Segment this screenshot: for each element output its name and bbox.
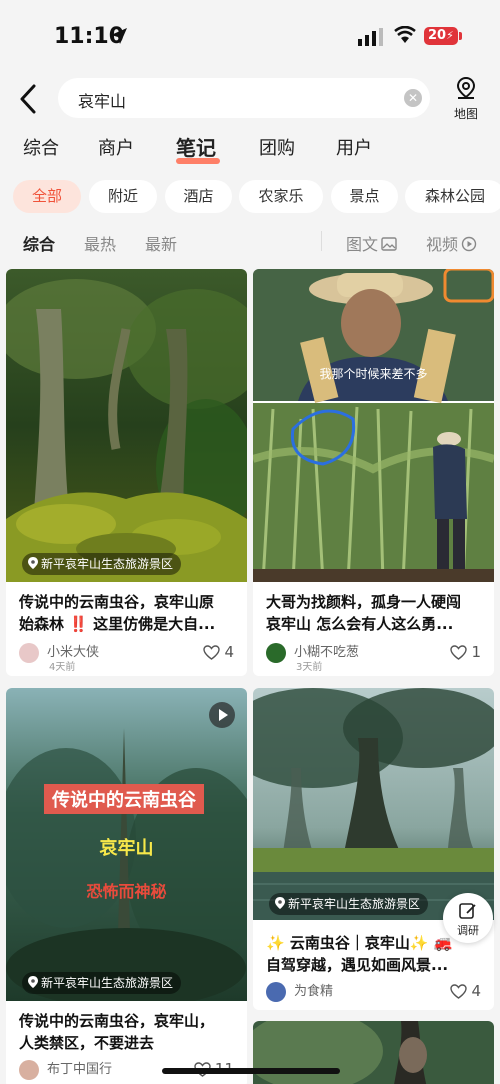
search-query: 哀牢山 bbox=[78, 92, 127, 111]
location-arrow-icon bbox=[111, 28, 127, 44]
avatar[interactable] bbox=[19, 1060, 39, 1080]
location-text: 新平哀牢山生态旅游景区 bbox=[41, 976, 174, 990]
map-pin-icon bbox=[456, 76, 476, 99]
note-title-line: 哀牢山 怎么会有人这么勇... bbox=[266, 615, 454, 633]
note-title-line: 始森林 ‼️ 这里仿佛是大自... bbox=[19, 615, 216, 633]
author-row: 为食精 4 bbox=[266, 980, 481, 1006]
note-title-line: 传说中的云南虫谷，哀牢山， bbox=[19, 1012, 215, 1030]
search-input[interactable]: 哀牢山 ✕ bbox=[58, 78, 430, 118]
video-overlay-title: 传说中的云南虫谷 bbox=[44, 784, 204, 814]
signal-icon bbox=[358, 28, 383, 46]
note-card[interactable]: 新平哀牢山生态旅游景区 ✨ 云南虫谷｜哀牢山✨ 🚒 自驾穿越，遇见如画风景...… bbox=[253, 688, 494, 1010]
author-row: 小糊不吃葱 3天前 1 bbox=[266, 641, 481, 673]
note-cover-image bbox=[253, 688, 494, 920]
avatar[interactable] bbox=[266, 982, 286, 1002]
research-button[interactable]: 调研 bbox=[443, 893, 493, 943]
location-text: 新平哀牢山生态旅游景区 bbox=[41, 557, 174, 571]
sort-divider bbox=[321, 231, 322, 251]
location-pin-icon bbox=[28, 557, 38, 569]
like-count: 4 bbox=[471, 982, 481, 1000]
filter-chips: 全部 附近 酒店 农家乐 景点 森林公园 bbox=[0, 180, 500, 214]
note-title-line: 传说中的云南虫谷，哀牢山原 bbox=[19, 593, 215, 611]
battery-indicator: 20⚡ bbox=[424, 27, 458, 45]
note-card[interactable] bbox=[253, 1021, 494, 1084]
sort-comprehensive[interactable]: 综合 bbox=[23, 231, 55, 255]
main-tabs: 综合 商户 笔记 团购 用户 bbox=[0, 130, 500, 166]
battery-level: 20 bbox=[428, 28, 447, 43]
tab-group-buy[interactable]: 团购 bbox=[259, 134, 295, 160]
tab-users[interactable]: 用户 bbox=[336, 134, 372, 160]
like-button[interactable]: 4 bbox=[203, 643, 234, 661]
map-label: 地图 bbox=[453, 107, 478, 121]
image-icon bbox=[381, 237, 397, 251]
tab-notes[interactable]: 笔记 bbox=[176, 132, 216, 161]
research-label: 调研 bbox=[457, 924, 479, 937]
note-title-line: 人类禁区，不要进去 bbox=[19, 1034, 155, 1052]
edit-icon bbox=[459, 903, 476, 919]
location-tag: 新平哀牢山生态旅游景区 bbox=[269, 893, 429, 915]
like-button[interactable]: 4 bbox=[450, 982, 481, 1000]
tab-merchants[interactable]: 商户 bbox=[98, 134, 134, 160]
sort-hottest[interactable]: 最热 bbox=[84, 231, 116, 255]
note-cover-image bbox=[253, 269, 494, 582]
chip-farmhouse[interactable]: 农家乐 bbox=[239, 180, 323, 213]
filter-image-text[interactable]: 图文 bbox=[346, 231, 397, 255]
note-card[interactable]: 传说中的云南虫谷 哀牢山 恐怖而神秘 新平哀牢山生态旅游景区 传说中的云南虫谷，… bbox=[6, 688, 247, 1084]
heart-icon bbox=[450, 984, 468, 999]
home-indicator bbox=[162, 1068, 340, 1074]
note-card[interactable]: 新平哀牢山生态旅游景区 传说中的云南虫谷，哀牢山原 始森林 ‼️ 这里仿佛是大自… bbox=[6, 269, 247, 676]
play-circle-icon bbox=[461, 236, 477, 252]
video-overlay-tagline: 恐怖而神秘 bbox=[86, 882, 167, 901]
chip-hotel[interactable]: 酒店 bbox=[165, 180, 232, 213]
back-arrow-icon[interactable] bbox=[14, 82, 44, 116]
sort-newest[interactable]: 最新 bbox=[145, 231, 177, 255]
author-name[interactable]: 布丁中国行 bbox=[47, 1058, 112, 1077]
chip-forest-park[interactable]: 森林公园 bbox=[405, 180, 500, 213]
location-tag: 新平哀牢山生态旅游景区 bbox=[22, 972, 182, 994]
filter-video[interactable]: 视频 bbox=[426, 231, 477, 255]
video-play-button[interactable] bbox=[209, 702, 235, 728]
search-row: 哀牢山 ✕ 地图 bbox=[0, 74, 500, 124]
like-count: 4 bbox=[224, 643, 234, 661]
note-title: 传说中的云南虫谷，哀牢山原 始森林 ‼️ 这里仿佛是大自... bbox=[19, 591, 239, 635]
status-bar: 11:10 20⚡ bbox=[0, 0, 500, 70]
chip-scenic-spot[interactable]: 景点 bbox=[331, 180, 398, 213]
video-caption: 我那个时候来差不多 bbox=[319, 367, 428, 381]
chip-nearby[interactable]: 附近 bbox=[89, 180, 157, 213]
wifi-icon bbox=[394, 26, 416, 43]
post-time: 4天前 bbox=[49, 662, 76, 673]
image-text-label: 图文 bbox=[346, 235, 379, 254]
location-tag: 新平哀牢山生态旅游景区 bbox=[22, 553, 182, 575]
play-icon bbox=[219, 709, 228, 721]
author-row: 小米大侠 4天前 4 bbox=[19, 641, 234, 673]
location-pin-icon bbox=[28, 976, 38, 988]
video-label: 视频 bbox=[426, 235, 459, 254]
note-title: 大哥为找颜料，孤身一人硬闯 哀牢山 怎么会有人这么勇... bbox=[266, 591, 486, 635]
heart-icon bbox=[203, 645, 221, 660]
post-time: 3天前 bbox=[296, 662, 323, 673]
note-title: 传说中的云南虫谷，哀牢山， 人类禁区，不要进去 bbox=[19, 1010, 239, 1054]
avatar[interactable] bbox=[266, 643, 286, 663]
note-title-line: 自驾穿越，遇见如画风景... bbox=[266, 956, 449, 974]
author-name[interactable]: 为食精 bbox=[294, 980, 333, 999]
chip-all[interactable]: 全部 bbox=[13, 180, 81, 213]
heart-icon bbox=[450, 645, 468, 660]
note-cover-image bbox=[253, 1021, 494, 1084]
sort-row: 综合 最热 最新 图文 视频 bbox=[0, 226, 500, 256]
map-button[interactable]: 地图 bbox=[446, 76, 486, 122]
video-overlay-subtitle: 哀牢山 bbox=[99, 838, 154, 859]
like-count: 1 bbox=[471, 643, 481, 661]
note-title-line: 大哥为找颜料，孤身一人硬闯 bbox=[266, 593, 462, 611]
location-text: 新平哀牢山生态旅游景区 bbox=[288, 897, 421, 911]
note-card[interactable]: 我那个时候来差不多 大哥为找颜料，孤身一人硬闯 哀牢山 怎么会有人这么勇... … bbox=[253, 269, 494, 676]
note-cover-image bbox=[6, 269, 247, 582]
clear-icon[interactable]: ✕ bbox=[404, 89, 422, 107]
location-pin-icon bbox=[275, 897, 285, 909]
battery-tip bbox=[459, 32, 462, 40]
avatar[interactable] bbox=[19, 643, 39, 663]
tab-comprehensive[interactable]: 综合 bbox=[23, 134, 59, 160]
like-button[interactable]: 1 bbox=[450, 643, 481, 661]
